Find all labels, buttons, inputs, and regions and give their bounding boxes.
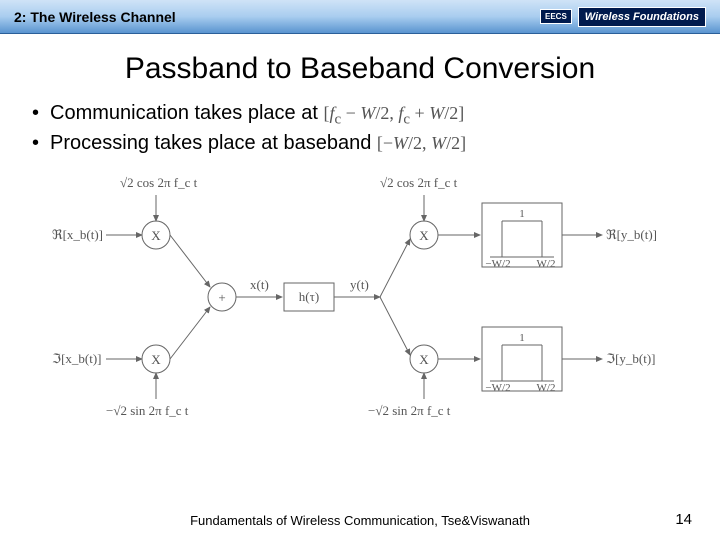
label-out-imag: ℑ[y_b(t)] (606, 351, 656, 366)
label-tx-cos: √2 cos 2π f_c t (120, 175, 198, 190)
label-tx-neg-sin: −√2 sin 2π f_c t (106, 403, 189, 418)
bullet-math: [fc − W/2, fc + W/2] (323, 103, 464, 123)
label-in-imag: ℑ[x_b(t)] (52, 351, 102, 366)
page-number: 14 (675, 511, 692, 528)
footer-text: Fundamentals of Wireless Communication, … (0, 513, 720, 528)
slide-title: Passband to Baseband Conversion (10, 52, 710, 86)
block-diagram: ℜ[x_b(t)] ℑ[x_b(t)] X X √2 cos 2π f_c t … (50, 167, 670, 432)
label-in-real: ℜ[x_b(t)] (52, 227, 103, 242)
svg-text:−W/2: −W/2 (485, 258, 510, 270)
svg-text:X: X (419, 228, 429, 243)
svg-text:−W/2: −W/2 (485, 382, 510, 394)
label-rx-cos: √2 cos 2π f_c t (380, 175, 458, 190)
svg-text:X: X (151, 352, 161, 367)
svg-text:+: + (218, 290, 225, 305)
svg-text:W/2: W/2 (537, 382, 556, 394)
chapter-label: 2: The Wireless Channel (14, 9, 176, 25)
label-yt: y(t) (350, 277, 369, 292)
svg-text:1: 1 (519, 332, 525, 344)
svg-text:X: X (419, 352, 429, 367)
bullet-text: Processing takes place at baseband (50, 132, 371, 154)
eecs-logo: EECS (540, 9, 572, 24)
label-out-real: ℜ[y_b(t)] (606, 227, 657, 242)
label-xt: x(t) (250, 277, 269, 292)
svg-text:W/2: W/2 (537, 258, 556, 270)
wf-logo: Wireless Foundations (578, 7, 706, 27)
svg-text:1: 1 (519, 208, 525, 220)
bullet-math: [−W/2, W/2] (377, 133, 466, 153)
bullet-text: Communication takes place at (50, 102, 318, 124)
logo-group: EECS Wireless Foundations (540, 7, 706, 27)
header-banner: 2: The Wireless Channel EECS Wireless Fo… (0, 0, 720, 34)
bullet-item: Communication takes place at [fc − W/2, … (28, 100, 692, 130)
label-rx-neg-sin: −√2 sin 2π f_c t (368, 403, 451, 418)
bullet-list: Communication takes place at [fc − W/2, … (28, 100, 692, 157)
svg-text:X: X (151, 228, 161, 243)
bullet-item: Processing takes place at baseband [−W/2… (28, 130, 692, 157)
label-channel: h(τ) (299, 289, 319, 304)
